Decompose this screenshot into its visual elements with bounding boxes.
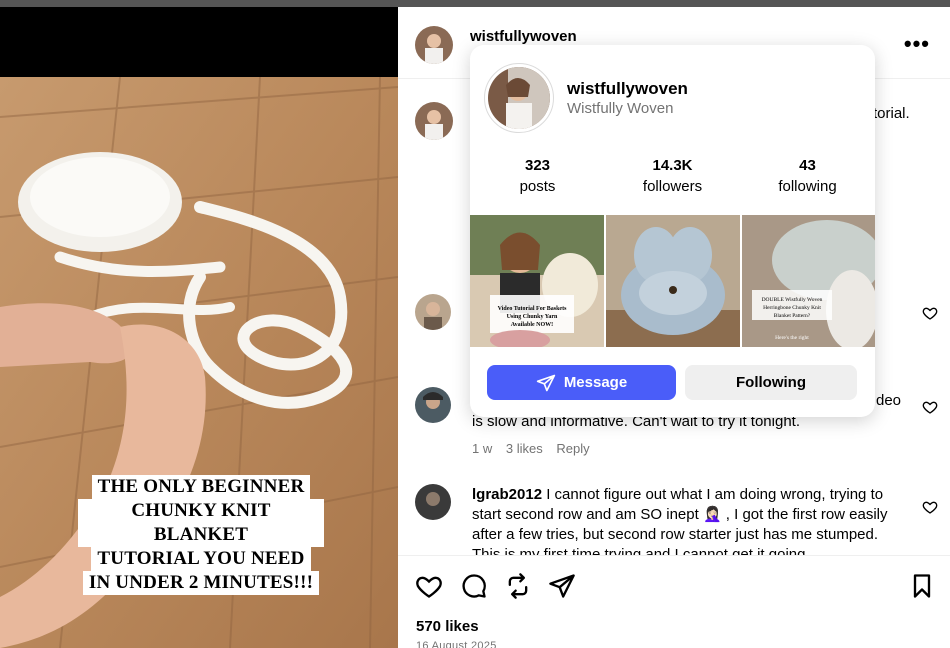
- more-options-icon[interactable]: •••: [904, 31, 930, 57]
- stat-value: 323: [524, 157, 551, 174]
- reply-link[interactable]: Reply: [556, 441, 589, 456]
- thumb-caption: DOUBLE Wistfully Woven: [762, 296, 823, 303]
- message-button-label: Message: [563, 374, 628, 391]
- hovercard-avatar[interactable]: [484, 63, 554, 133]
- commenter-username[interactable]: lgrab2012: [472, 486, 542, 503]
- stat-value: 43: [799, 157, 816, 174]
- heart-icon[interactable]: [415, 572, 443, 600]
- stat-label: followers: [642, 178, 703, 195]
- thumb-caption: Using Chunky Yarn: [507, 314, 558, 320]
- message-button[interactable]: Message: [487, 365, 676, 400]
- commenter-avatar[interactable]: [415, 387, 451, 423]
- bookmark-icon[interactable]: [908, 572, 936, 600]
- post-media[interactable]: THE ONLY BEGINNER CHUNKY KNIT BLANKET TU…: [0, 7, 398, 648]
- send-icon: [536, 374, 555, 391]
- recent-posts-grid: Video Tutorial For Baskets Using Chunky …: [470, 215, 875, 347]
- stat-label: posts: [519, 178, 556, 195]
- send-icon[interactable]: [548, 572, 576, 600]
- post-action-bar: [398, 555, 950, 648]
- thumb-caption: Herringbone Chunky Knit: [763, 305, 821, 311]
- thumb-caption: Available NOW!: [511, 322, 553, 328]
- window-top-bar: [0, 0, 950, 7]
- comment-item: lgrab2012 I cannot figure out what I am …: [398, 482, 950, 555]
- stat-followers[interactable]: 14.3K followers: [605, 157, 740, 195]
- stat-value: 14.3K: [652, 157, 693, 174]
- thumb-caption: Here's the right: [775, 335, 809, 341]
- recent-post-thumbnail[interactable]: [606, 215, 740, 347]
- comment-likes[interactable]: 3 likes: [506, 441, 543, 456]
- following-button-label: Following: [736, 374, 806, 391]
- like-comment-heart-icon[interactable]: [922, 399, 938, 415]
- post-date: 16 August 2025: [416, 640, 497, 648]
- comment-meta: 1 w 3 likes Reply: [472, 441, 600, 456]
- caption-line: CHUNKY KNIT BLANKET: [78, 499, 324, 547]
- hovercard-username[interactable]: wistfullywoven: [567, 79, 688, 99]
- profile-hover-card: wistfullywoven Wistfully Woven 323 posts…: [470, 45, 875, 417]
- video-caption-overlay: THE ONLY BEGINNER CHUNKY KNIT BLANKET TU…: [78, 475, 324, 595]
- stat-label: following: [778, 178, 837, 195]
- comment-text: lgrab2012 I cannot figure out what I am …: [472, 485, 902, 555]
- caption-line: TUTORIAL YOU NEED: [91, 547, 311, 571]
- stat-following[interactable]: 43 following: [740, 157, 875, 195]
- repost-icon[interactable]: [504, 572, 532, 600]
- caption-line: THE ONLY BEGINNER: [91, 475, 311, 499]
- author-username[interactable]: wistfullywoven: [470, 28, 577, 45]
- stat-posts: 323 posts: [470, 157, 605, 195]
- thumb-caption: Video Tutorial For Baskets: [498, 306, 568, 312]
- caption-text-tail: torial.: [873, 105, 910, 122]
- commenter-avatar[interactable]: [415, 484, 451, 520]
- media-letterbox: [0, 7, 398, 77]
- comment-icon[interactable]: [460, 572, 488, 600]
- thumb-caption: Blanket Pattern?: [774, 313, 811, 319]
- caption-line: IN UNDER 2 MINUTES!!!: [82, 571, 320, 595]
- caption-author-avatar[interactable]: [415, 102, 453, 140]
- comment-time: 1 w: [472, 441, 493, 456]
- following-button[interactable]: Following: [685, 365, 857, 400]
- like-comment-heart-icon[interactable]: [922, 305, 938, 321]
- recent-post-thumbnail[interactable]: Video Tutorial For Baskets Using Chunky …: [470, 215, 604, 347]
- like-comment-heart-icon[interactable]: [922, 499, 938, 515]
- hovercard-full-name: Wistfully Woven: [567, 100, 674, 117]
- commenter-avatar[interactable]: [415, 294, 451, 330]
- author-avatar[interactable]: [415, 26, 453, 64]
- recent-post-thumbnail[interactable]: DOUBLE Wistfully Woven Herringbone Chunk…: [742, 215, 875, 347]
- likes-count[interactable]: 570 likes: [416, 618, 479, 635]
